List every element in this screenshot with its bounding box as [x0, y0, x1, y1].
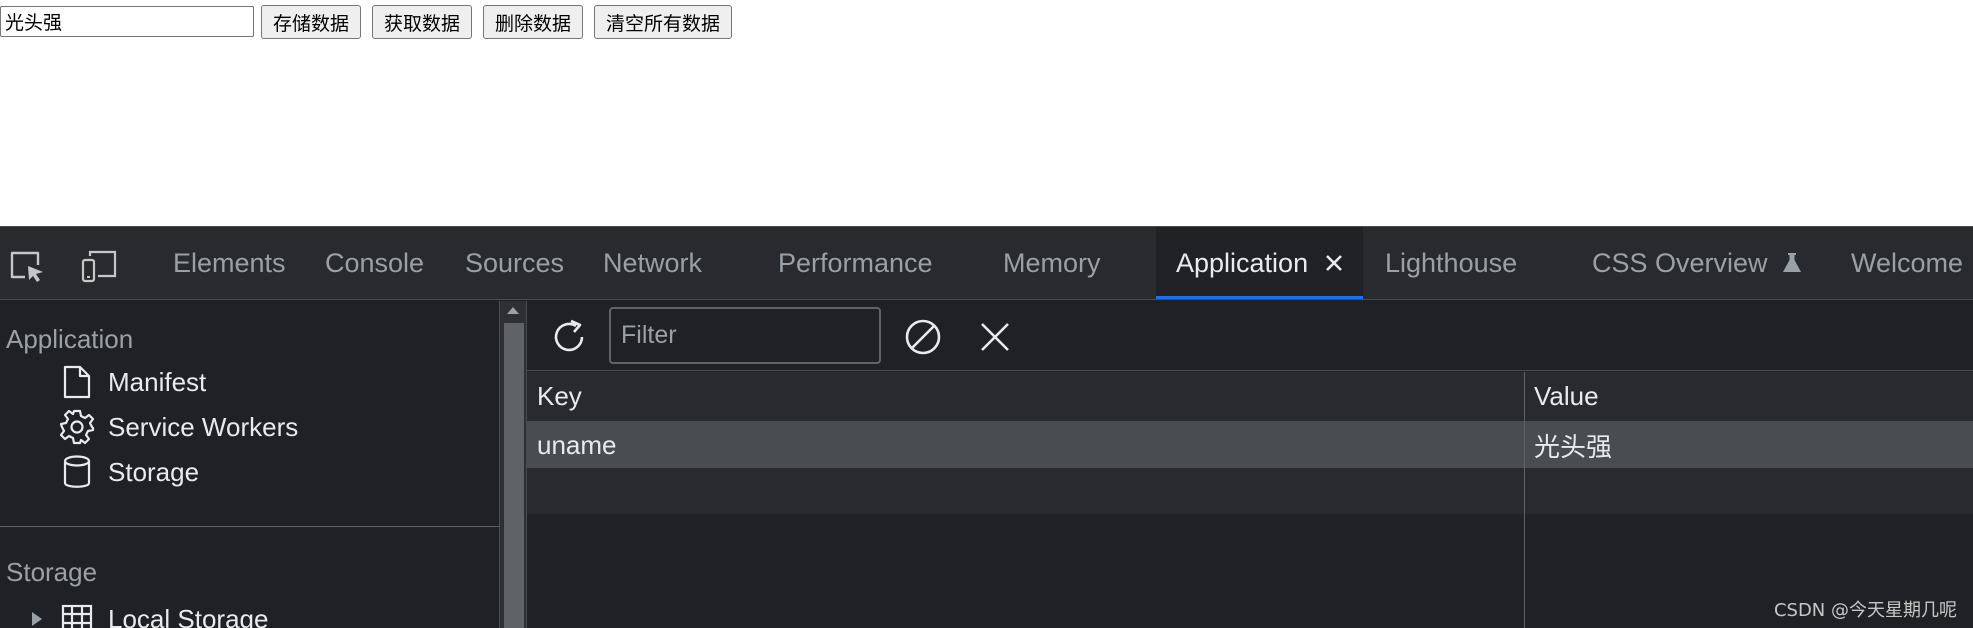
get-data-button[interactable]: 获取数据 — [372, 5, 473, 39]
empty-table-row[interactable] — [527, 468, 1973, 514]
device-toolbar-icon[interactable] — [80, 249, 118, 283]
storage-main-panel: Key Value uname 光头强 — [526, 301, 1973, 628]
tab-welcome[interactable]: Welcome — [1851, 227, 1963, 299]
column-header-value[interactable]: Value — [1524, 372, 1973, 421]
sidebar-item-storage[interactable]: Storage — [56, 452, 199, 492]
column-header-key[interactable]: Key — [527, 372, 1524, 421]
storage-section-title: Storage — [6, 557, 98, 587]
gear-icon — [56, 407, 98, 447]
document-icon — [56, 362, 98, 402]
row-value-cell[interactable]: 光头强 — [1524, 422, 1973, 468]
delete-selected-icon[interactable] — [973, 315, 1017, 359]
row-key-cell[interactable]: uname — [527, 422, 1524, 468]
storage-toolbar — [527, 301, 1973, 371]
scrollbar-thumb[interactable] — [504, 323, 524, 628]
tab-performance[interactable]: Performance — [778, 227, 933, 299]
store-data-button[interactable]: 存储数据 — [261, 5, 362, 39]
clear-all-data-button[interactable]: 清空所有数据 — [594, 5, 733, 39]
tab-application[interactable]: Application — [1156, 227, 1363, 299]
inspect-element-icon[interactable] — [8, 249, 46, 283]
delete-data-button[interactable]: 删除数据 — [483, 5, 584, 39]
tab-console[interactable]: Console — [325, 227, 424, 299]
tab-memory[interactable]: Memory — [1003, 227, 1101, 299]
sidebar-divider — [0, 526, 500, 527]
expand-triangle-icon[interactable] — [24, 599, 50, 628]
column-divider[interactable] — [1524, 372, 1525, 628]
sidebar-item-label: Local Storage — [108, 603, 269, 628]
close-icon[interactable] — [1324, 253, 1343, 273]
tab-application-label: Application — [1176, 247, 1309, 278]
sidebar-item-label: Service Workers — [108, 411, 299, 442]
scroll-up-arrow-icon[interactable] — [507, 307, 519, 314]
refresh-icon[interactable] — [547, 315, 591, 359]
sidebar-item-service-workers[interactable]: Service Workers — [56, 407, 298, 447]
watermark-text: CSDN @今天星期几呢 — [1773, 600, 1957, 621]
tab-network[interactable]: Network — [603, 227, 702, 299]
clear-filtered-icon[interactable] — [901, 315, 945, 359]
devtools-tabbar: Elements Console Sources Network Perform… — [0, 226, 1973, 300]
tab-elements[interactable]: Elements — [173, 227, 286, 299]
data-input[interactable] — [0, 6, 254, 37]
sidebar-item-local-storage[interactable]: Local Storage — [24, 599, 268, 628]
storage-data-grid: Key Value uname 光头强 — [527, 372, 1973, 628]
filter-input[interactable] — [609, 307, 881, 364]
sidebar-item-label: Storage — [108, 456, 200, 487]
sidebar-scrollbar[interactable] — [500, 301, 526, 628]
grid-icon — [56, 599, 98, 628]
application-sidebar: Application Manifest Service Workers Sto… — [0, 301, 500, 628]
devtools-panel: Elements Console Sources Network Perform… — [0, 226, 1973, 628]
tab-lighthouse[interactable]: Lighthouse — [1385, 227, 1517, 299]
application-section-title: Application — [6, 324, 134, 354]
tab-sources[interactable]: Sources — [465, 227, 564, 299]
table-row[interactable]: uname 光头强 — [527, 422, 1973, 468]
tab-css-overview[interactable]: CSS Overview — [1592, 227, 1802, 299]
page-viewport: 存储数据 获取数据 删除数据 清空所有数据 — [0, 0, 1973, 226]
sidebar-item-label: Manifest — [108, 366, 207, 397]
database-icon — [56, 452, 98, 492]
experimental-flask-icon — [1782, 252, 1802, 274]
tab-css-overview-label: CSS Overview — [1592, 247, 1768, 278]
grid-header: Key Value — [527, 372, 1973, 422]
sidebar-item-manifest[interactable]: Manifest — [56, 362, 206, 402]
